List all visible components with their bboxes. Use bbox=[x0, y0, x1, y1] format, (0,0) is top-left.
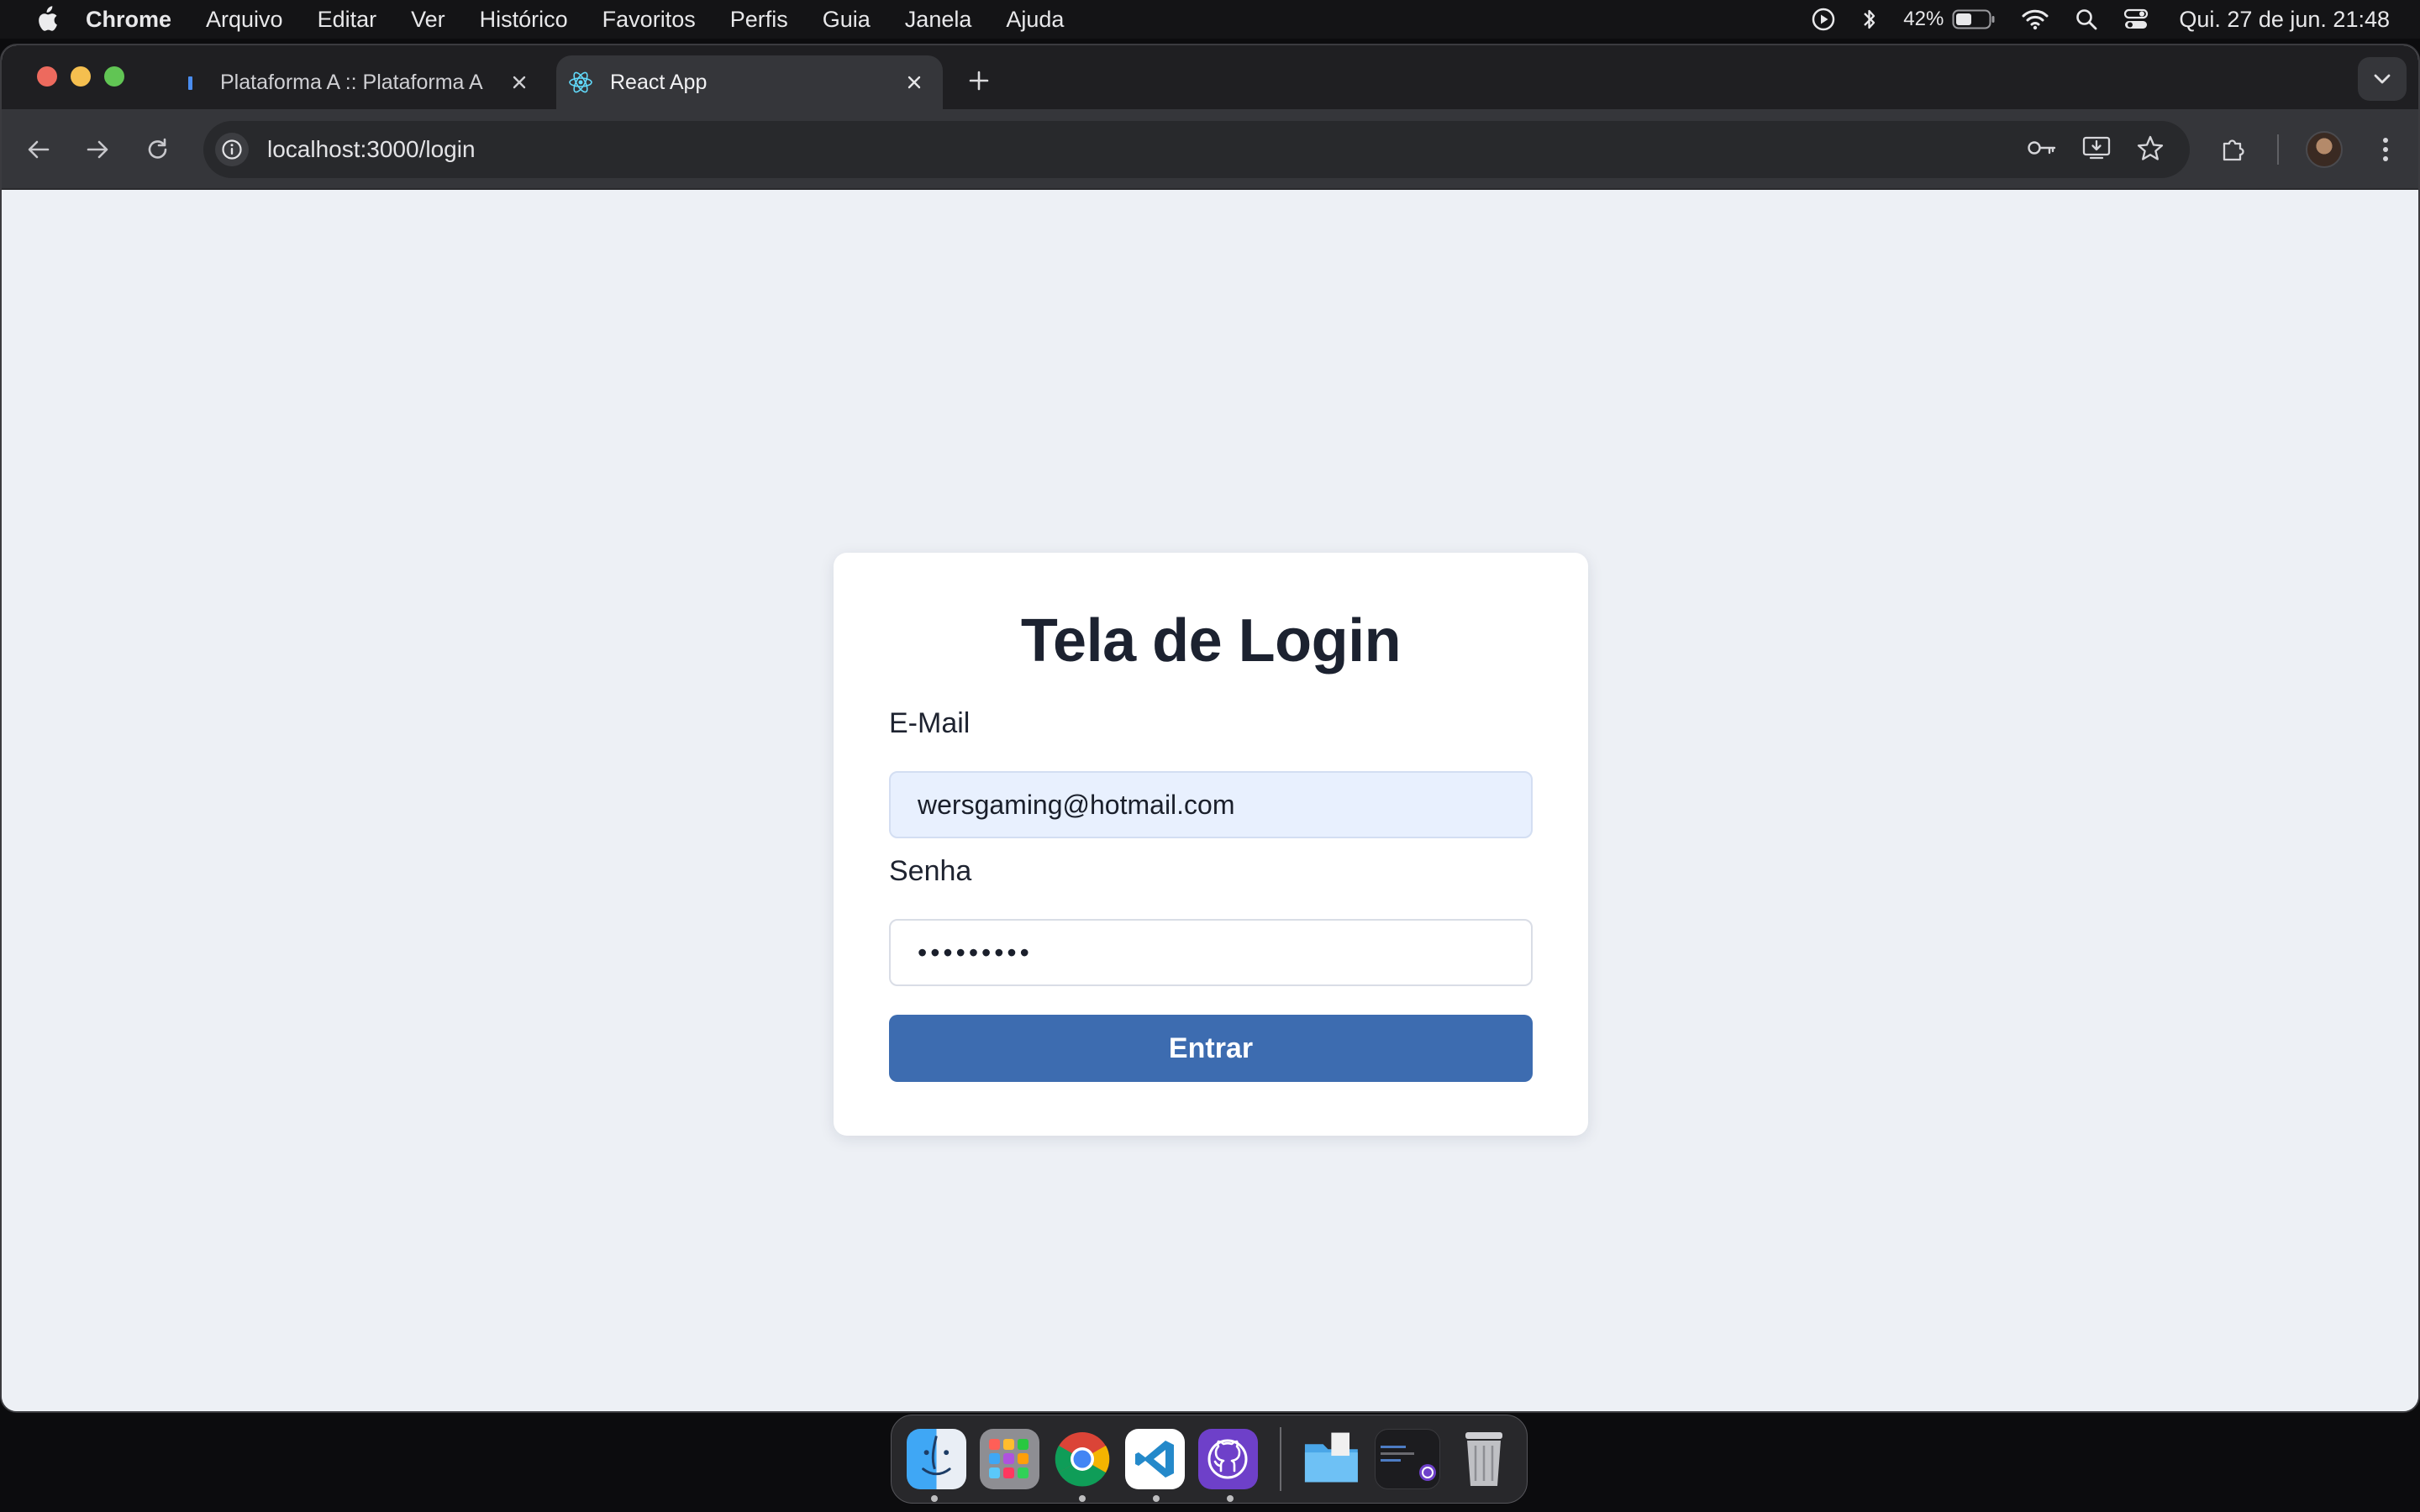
email-label: E-Mail bbox=[889, 707, 971, 739]
dock-running-indicator bbox=[1153, 1495, 1160, 1502]
macos-menu-bar: Chrome Arquivo Editar Ver Histórico Favo… bbox=[0, 0, 2420, 39]
toolbar-divider bbox=[2277, 134, 2279, 165]
github-desktop-icon[interactable] bbox=[1198, 1429, 1258, 1489]
chrome-app-icon[interactable] bbox=[1053, 1429, 1113, 1489]
control-center-icon[interactable] bbox=[2123, 8, 2149, 31]
tab-title: React App bbox=[610, 70, 708, 94]
menu-arquivo[interactable]: Arquivo bbox=[206, 7, 283, 33]
dock-running-indicator bbox=[931, 1495, 938, 1502]
tab-react-app[interactable]: React App bbox=[556, 55, 943, 109]
password-field[interactable] bbox=[889, 919, 1533, 986]
menu-historico[interactable]: Histórico bbox=[480, 7, 568, 33]
menu-bar-status-area: 42% Qui. 27 de jun. 21:48 bbox=[1811, 0, 2390, 39]
menu-ver[interactable]: Ver bbox=[411, 7, 445, 33]
profile-avatar[interactable] bbox=[2306, 131, 2343, 168]
battery-icon bbox=[1952, 9, 1995, 29]
dock-separator bbox=[1279, 1427, 1281, 1491]
chrome-menu-icon[interactable] bbox=[2367, 131, 2404, 168]
page-viewport: Tela de Login E-Mail Senha Entrar bbox=[2, 190, 2418, 1411]
spotlight-search-icon[interactable] bbox=[2075, 8, 2098, 31]
tab-search-button[interactable] bbox=[2358, 57, 2407, 101]
dock-running-indicator bbox=[1227, 1495, 1234, 1502]
extensions-puzzle-icon[interactable] bbox=[2215, 131, 2252, 168]
macos-dock bbox=[891, 1415, 1528, 1504]
plataforma-favicon bbox=[178, 70, 203, 95]
menu-app-name[interactable]: Chrome bbox=[86, 7, 171, 33]
close-tab-icon[interactable] bbox=[902, 71, 926, 94]
apple-icon[interactable] bbox=[34, 5, 59, 34]
menu-bar-clock[interactable]: Qui. 27 de jun. 21:48 bbox=[2179, 7, 2390, 33]
bluetooth-icon[interactable] bbox=[1861, 7, 1878, 32]
address-bar-url[interactable]: localhost:3000/login bbox=[267, 136, 476, 163]
install-app-icon[interactable] bbox=[2082, 135, 2111, 165]
dock-running-indicator bbox=[1079, 1495, 1086, 1502]
close-tab-icon[interactable] bbox=[508, 71, 531, 94]
new-tab-button[interactable] bbox=[962, 64, 996, 97]
battery-status[interactable]: 42% bbox=[1903, 8, 1996, 31]
menu-guia[interactable]: Guia bbox=[823, 7, 871, 33]
menu-perfis[interactable]: Perfis bbox=[730, 7, 788, 33]
menu-ajuda[interactable]: Ajuda bbox=[1006, 7, 1064, 33]
menu-favoritos[interactable]: Favoritos bbox=[602, 7, 696, 33]
vscode-icon[interactable] bbox=[1125, 1429, 1186, 1489]
menu-janela[interactable]: Janela bbox=[905, 7, 972, 33]
now-playing-icon[interactable] bbox=[1811, 7, 1836, 32]
bookmark-star-icon[interactable] bbox=[2136, 134, 2165, 165]
address-bar-actions bbox=[2027, 121, 2165, 178]
terminal-window-icon[interactable] bbox=[1374, 1429, 1441, 1489]
close-window-button[interactable] bbox=[37, 66, 57, 87]
react-favicon bbox=[568, 70, 593, 95]
back-button[interactable] bbox=[20, 131, 57, 168]
site-info-icon[interactable] bbox=[215, 133, 249, 166]
tab-plataforma-a[interactable]: Plataforma A :: Plataforma A bbox=[166, 55, 548, 109]
password-key-icon[interactable] bbox=[2027, 138, 2057, 162]
tab-title: Plataforma A :: Plataforma A bbox=[220, 70, 483, 94]
tab-strip: Plataforma A :: Plataforma A React App bbox=[2, 45, 2418, 109]
menu-editar[interactable]: Editar bbox=[318, 7, 377, 33]
email-field[interactable] bbox=[889, 771, 1533, 838]
page-title: Tela de Login bbox=[1020, 607, 1402, 675]
zoom-window-button[interactable] bbox=[104, 66, 124, 87]
address-bar[interactable]: localhost:3000/login bbox=[203, 121, 2190, 178]
battery-percent: 42% bbox=[1903, 8, 1944, 30]
minimize-window-button[interactable] bbox=[71, 66, 91, 87]
login-card: Tela de Login E-Mail Senha Entrar bbox=[834, 553, 1588, 1136]
browser-toolbar: localhost:3000/login bbox=[2, 109, 2418, 190]
chevron-down-icon bbox=[2374, 74, 2391, 84]
finder-icon[interactable] bbox=[907, 1429, 966, 1489]
reload-button[interactable] bbox=[139, 131, 176, 168]
forward-button[interactable] bbox=[79, 131, 116, 168]
downloads-folder-icon[interactable] bbox=[1302, 1429, 1361, 1489]
wifi-icon[interactable] bbox=[2021, 8, 2049, 31]
password-label: Senha bbox=[889, 855, 972, 887]
trash-icon[interactable] bbox=[1454, 1429, 1513, 1489]
browser-window: Plataforma A :: Plataforma A React App l… bbox=[0, 44, 2420, 1413]
login-button[interactable]: Entrar bbox=[889, 1015, 1533, 1082]
launchpad-icon[interactable] bbox=[979, 1429, 1039, 1489]
